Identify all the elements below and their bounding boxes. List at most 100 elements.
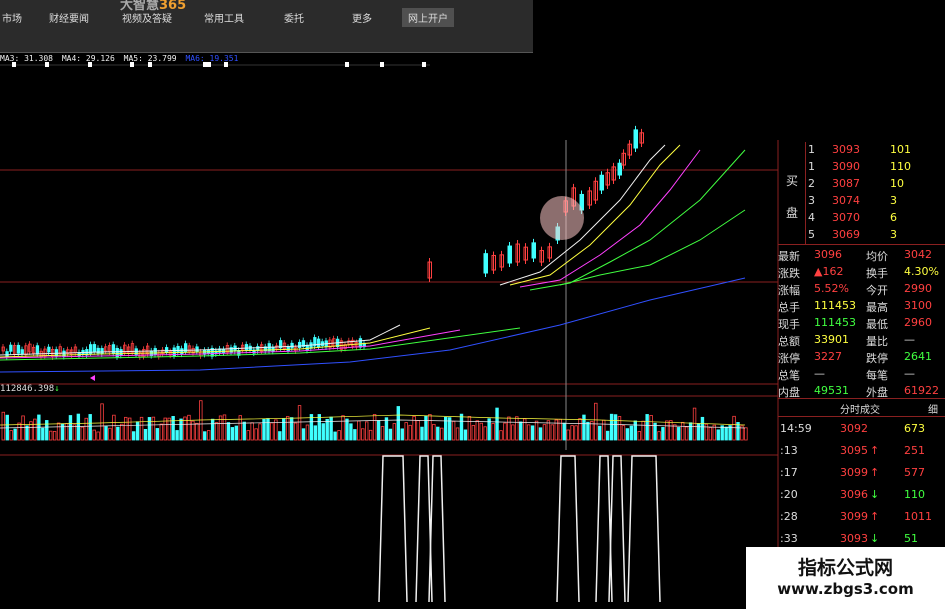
trade-time: :20 <box>780 488 798 501</box>
trade-volume: 110 <box>904 488 925 501</box>
volume-bar <box>495 407 499 441</box>
top-marker <box>45 62 49 67</box>
quote-value: 5.52% <box>814 282 849 295</box>
volume-bar <box>594 402 598 441</box>
volume-bar <box>305 424 310 441</box>
volume-bar <box>313 425 318 441</box>
volume-bar <box>80 426 84 441</box>
volume-bar <box>76 413 81 441</box>
volume-bar <box>139 416 144 441</box>
quote-label: 涨停 <box>778 352 800 365</box>
trade-price: 3096 <box>840 488 868 501</box>
order-book-row[interactable]: 3 3074 3 <box>806 193 945 210</box>
ob-price: 3090 <box>832 160 860 173</box>
quote-label: 最低 <box>866 318 888 331</box>
volume-bar <box>171 416 175 441</box>
volume-bar <box>681 421 685 441</box>
trades-detail-tab[interactable]: 细 <box>928 401 938 416</box>
trade-row[interactable]: :20 3096 ↓ 110 <box>778 486 945 504</box>
trade-row[interactable]: :28 3099 ↑ 1011 <box>778 508 945 526</box>
quote-label: 最新 <box>778 250 800 263</box>
order-book-row[interactable]: 1 3090 110 <box>806 159 945 176</box>
volume-bar <box>732 415 736 441</box>
trade-time: :33 <box>780 532 798 545</box>
order-book-row[interactable]: 4 3070 6 <box>806 210 945 227</box>
volume-bar <box>609 413 614 441</box>
ob-price: 3069 <box>832 228 860 241</box>
volume-bar <box>424 415 428 441</box>
quote-value: 2960 <box>904 316 932 329</box>
volume-bar <box>436 426 440 441</box>
candle <box>164 347 169 353</box>
volume-bar <box>479 422 483 441</box>
volume-bar <box>293 422 298 441</box>
volume-bar <box>499 430 503 441</box>
volume-bar <box>108 427 112 441</box>
trade-time: :13 <box>780 444 798 457</box>
volume-bar <box>206 430 211 441</box>
volume-bar <box>530 425 535 441</box>
volume-bar <box>463 429 468 441</box>
volume-bar <box>258 423 262 441</box>
volume-bar <box>491 423 495 441</box>
quote-row: 涨跌 ▲162 换手 4.30% <box>778 263 945 281</box>
candle <box>62 350 66 357</box>
candle <box>176 345 180 354</box>
order-book-row[interactable]: 2 3087 10 <box>806 176 945 193</box>
volume-bar <box>455 427 460 441</box>
candle <box>531 242 536 259</box>
volume-bar <box>151 416 156 441</box>
ob-level: 4 <box>808 211 815 224</box>
volume-bars <box>0 400 748 441</box>
watermark: 指标公式网 www.zbgs3.com <box>746 547 945 609</box>
quote-row: 总笔 — 每笔 — <box>778 365 945 383</box>
volume-bar <box>45 420 49 441</box>
volume-bar <box>392 423 397 441</box>
volume-bar <box>246 430 250 441</box>
trade-time: :17 <box>780 466 798 479</box>
volume-bar <box>56 422 61 441</box>
volume-bar <box>234 425 239 441</box>
trade-row[interactable]: :17 3099 ↑ 577 <box>778 464 945 482</box>
trade-volume: 673 <box>904 422 925 435</box>
quote-value: 2990 <box>904 282 932 295</box>
order-book-row[interactable]: 5 3069 3 <box>806 227 945 244</box>
volume-bar <box>578 418 582 441</box>
volume-bar <box>420 426 424 441</box>
volume-bar <box>400 428 404 441</box>
volume-bar <box>519 421 523 441</box>
candle <box>617 162 622 176</box>
candle <box>92 344 97 353</box>
volume-bar <box>467 416 472 441</box>
volume-bar <box>404 422 408 441</box>
candle <box>153 348 157 355</box>
candle <box>290 342 294 349</box>
volume-bar <box>84 417 88 441</box>
volume-bar <box>49 430 53 441</box>
candle <box>9 344 13 352</box>
trade-row[interactable]: :33 3093 ↓ 51 <box>778 530 945 548</box>
volume-bar <box>602 419 606 441</box>
candle <box>599 174 604 191</box>
volume-bar <box>641 420 645 441</box>
quote-label: 总手 <box>778 301 800 314</box>
volume-bar <box>159 423 163 441</box>
candle <box>119 349 123 356</box>
volume-bar <box>120 423 124 441</box>
quote-value: 2641 <box>904 350 932 363</box>
volume-bar <box>677 427 681 441</box>
order-book-row[interactable]: 1 3093 101 <box>806 142 945 159</box>
volume-bar <box>345 418 349 441</box>
volume-bar <box>538 427 543 441</box>
signal-indicator <box>378 455 661 603</box>
candle <box>20 349 24 355</box>
trade-price: 3092 <box>840 422 868 435</box>
volume-bar <box>669 420 673 441</box>
quote-value: — <box>904 367 915 380</box>
trade-row[interactable]: 14:59 3092 673 <box>778 420 945 438</box>
candle <box>16 344 21 354</box>
quote-value: 3096 <box>814 248 842 261</box>
volume-bar <box>25 425 29 441</box>
volume-bar <box>1 411 5 441</box>
trade-row[interactable]: :13 3095 ↑ 251 <box>778 442 945 460</box>
